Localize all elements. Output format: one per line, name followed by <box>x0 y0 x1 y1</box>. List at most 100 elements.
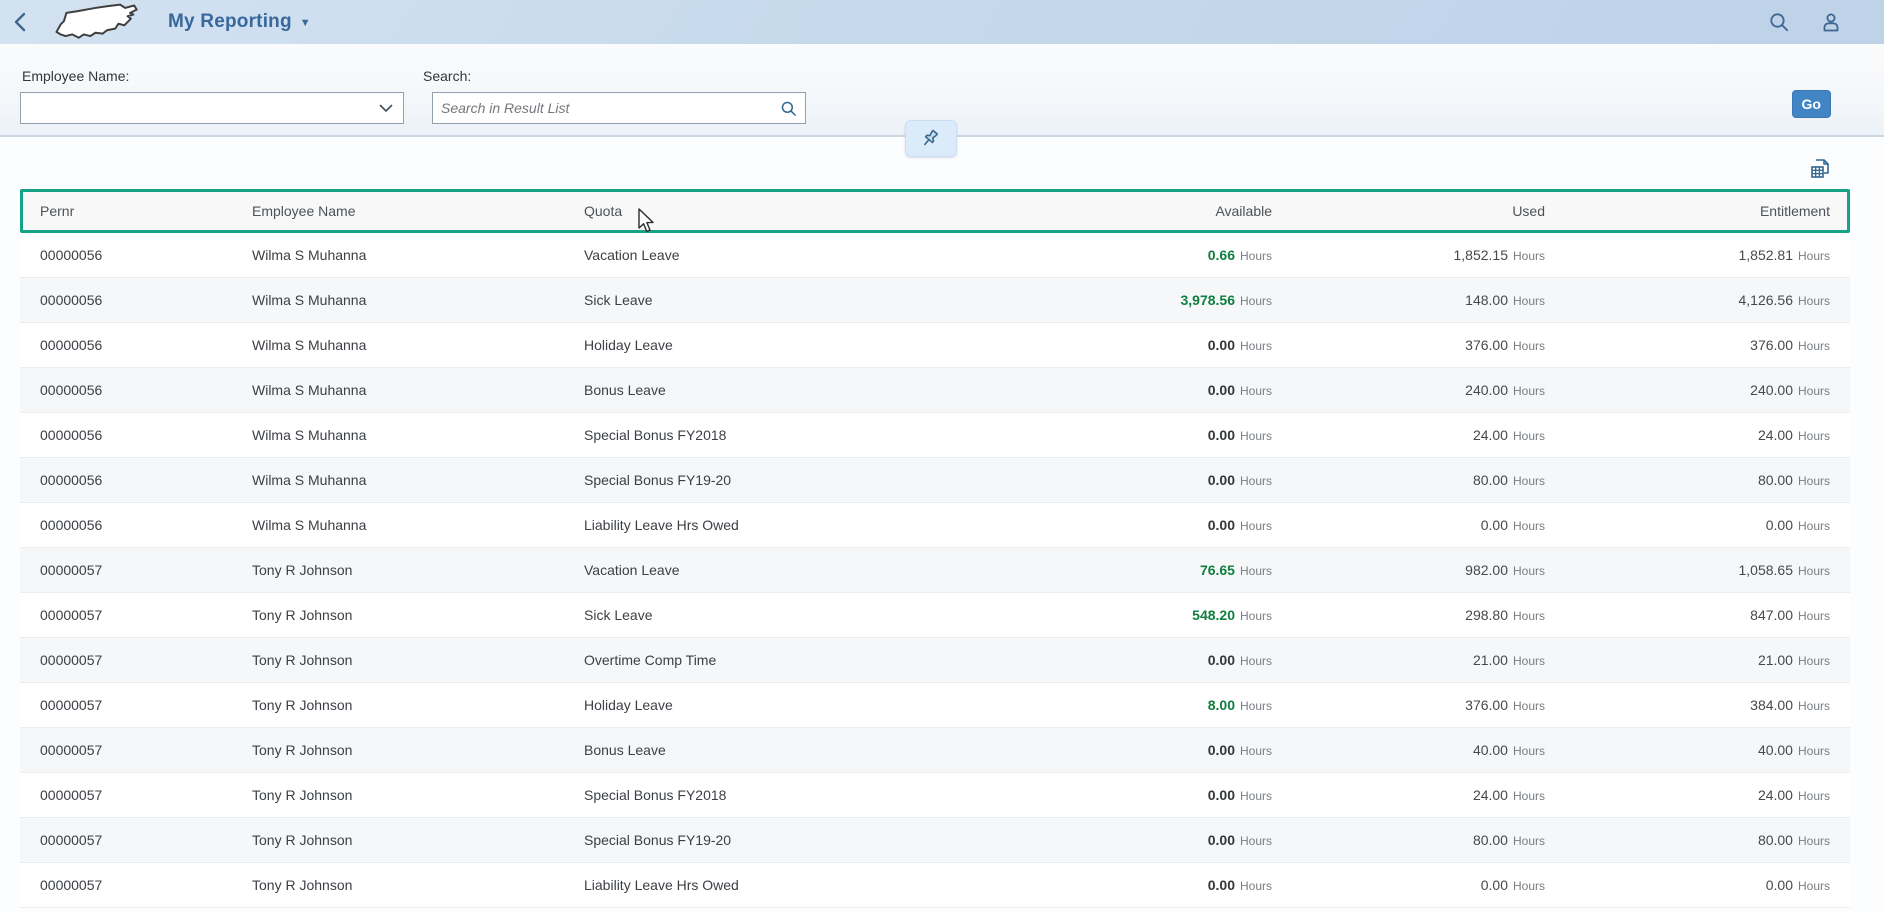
used-cell: 21.00Hours <box>1272 652 1545 668</box>
employee-name-cell: Tony R Johnson <box>252 562 584 578</box>
used-value: 80.00 <box>1473 472 1508 488</box>
table-header-row[interactable]: Pernr Employee Name Quota Available Used… <box>20 189 1850 233</box>
used-value: 240.00 <box>1465 382 1508 398</box>
available-unit: Hours <box>1240 429 1272 443</box>
available-unit: Hours <box>1240 384 1272 398</box>
used-unit: Hours <box>1513 879 1545 893</box>
available-cell: 3,978.56Hours <box>992 292 1272 308</box>
available-unit: Hours <box>1240 339 1272 353</box>
used-value: 376.00 <box>1465 337 1508 353</box>
pernr-cell: 00000057 <box>40 652 252 668</box>
column-header-pernr[interactable]: Pernr <box>40 203 252 219</box>
entitlement-value: 24.00 <box>1758 427 1793 443</box>
available-unit: Hours <box>1240 654 1272 668</box>
pernr-cell: 00000056 <box>40 382 252 398</box>
used-unit: Hours <box>1513 429 1545 443</box>
column-header-quota[interactable]: Quota <box>584 203 992 219</box>
go-button[interactable]: Go <box>1792 90 1831 118</box>
entitlement-value: 21.00 <box>1758 652 1793 668</box>
entitlement-unit: Hours <box>1798 654 1830 668</box>
table-row[interactable]: 00000056 Wilma S Muhanna Vacation Leave … <box>20 233 1850 278</box>
table-row[interactable]: 00000057 Tony R Johnson Overtime Comp Ti… <box>20 638 1850 683</box>
quota-cell: Liability Leave Hrs Owed <box>584 517 992 533</box>
back-button[interactable] <box>0 0 40 44</box>
column-header-entitlement[interactable]: Entitlement <box>1545 203 1830 219</box>
available-value: 0.00 <box>1208 427 1235 443</box>
table-row[interactable]: 00000056 Wilma S Muhanna Liability Leave… <box>20 503 1850 548</box>
entitlement-cell: 384.00Hours <box>1545 697 1830 713</box>
export-to-spreadsheet-icon <box>1807 156 1833 182</box>
entitlement-unit: Hours <box>1798 789 1830 803</box>
entitlement-cell: 0.00 Hours <box>1545 517 1830 533</box>
pernr-cell: 00000056 <box>40 427 252 443</box>
available-unit: Hours <box>1240 879 1272 893</box>
table-row[interactable]: 00000057 Tony R Johnson Sick Leave 548.2… <box>20 593 1850 638</box>
used-cell: 80.00Hours <box>1272 832 1545 848</box>
search-icon[interactable] <box>771 93 805 123</box>
quota-cell: Sick Leave <box>584 292 992 308</box>
table-row[interactable]: 00000057 Tony R Johnson Vacation Leave 7… <box>20 548 1850 593</box>
north-carolina-logo-icon[interactable] <box>54 2 140 42</box>
table-row[interactable]: 00000056 Wilma S Muhanna Bonus Leave 0.0… <box>20 368 1850 413</box>
used-value: 148.00 <box>1465 292 1508 308</box>
available-cell: 0.00Hours <box>992 652 1272 668</box>
search-icon <box>1768 11 1790 33</box>
used-cell: 148.00Hours <box>1272 292 1545 308</box>
used-unit: Hours <box>1513 249 1545 263</box>
used-unit: Hours <box>1513 654 1545 668</box>
table-row[interactable]: 00000057 Tony R Johnson Holiday Leave 8.… <box>20 683 1850 728</box>
pin-filter-bar-button[interactable] <box>905 120 957 157</box>
entitlement-unit: Hours <box>1798 519 1830 533</box>
available-value: 0.00 <box>1208 742 1235 758</box>
used-cell: 376.00Hours <box>1272 697 1545 713</box>
entitlement-value: 1,852.81 <box>1738 247 1793 263</box>
entitlement-unit: Hours <box>1798 294 1830 308</box>
table-row[interactable]: 00000057 Tony R Johnson Special Bonus FY… <box>20 818 1850 863</box>
results-area: Pernr Employee Name Quota Available Used… <box>0 137 1884 912</box>
profile-button[interactable] <box>1814 5 1848 39</box>
employee-name-input[interactable] <box>21 93 369 123</box>
pernr-cell: 00000057 <box>40 787 252 803</box>
column-header-available[interactable]: Available <box>992 203 1272 219</box>
available-unit: Hours <box>1240 249 1272 263</box>
table-row[interactable]: 00000057 Tony R Johnson Bonus Leave 0.00… <box>20 728 1850 773</box>
used-unit: Hours <box>1513 834 1545 848</box>
shell-search-button[interactable] <box>1762 5 1796 39</box>
available-unit: Hours <box>1240 609 1272 623</box>
available-cell: 0.00Hours <box>992 877 1272 893</box>
table-row[interactable]: 00000056 Wilma S Muhanna Holiday Leave 0… <box>20 323 1850 368</box>
entitlement-value: 0.00 <box>1766 517 1793 533</box>
entitlement-value: 1,058.65 <box>1738 562 1793 578</box>
used-value: 24.00 <box>1473 787 1508 803</box>
table-row[interactable]: 00000056 Wilma S Muhanna Sick Leave 3,97… <box>20 278 1850 323</box>
entitlement-unit: Hours <box>1798 339 1830 353</box>
entitlement-unit: Hours <box>1798 609 1830 623</box>
entitlement-unit: Hours <box>1798 744 1830 758</box>
employee-name-combobox[interactable] <box>20 92 404 124</box>
available-unit: Hours <box>1240 294 1272 308</box>
employee-name-cell: Tony R Johnson <box>252 697 584 713</box>
quota-cell: Bonus Leave <box>584 742 992 758</box>
table-row[interactable]: 00000057 Tony R Johnson Liability Leave … <box>20 863 1850 908</box>
table-row[interactable]: 00000057 Tony R Johnson Special Bonus FY… <box>20 773 1850 818</box>
column-header-used[interactable]: Used <box>1272 203 1545 219</box>
used-unit: Hours <box>1513 789 1545 803</box>
table-row[interactable]: 00000056 Wilma S Muhanna Special Bonus F… <box>20 458 1850 503</box>
app-title-menu[interactable]: My Reporting ▼ <box>168 11 311 33</box>
used-unit: Hours <box>1513 609 1545 623</box>
search-input[interactable] <box>433 93 771 123</box>
available-cell: 0.00Hours <box>992 382 1272 398</box>
employee-name-cell: Wilma S Muhanna <box>252 337 584 353</box>
chevron-down-icon[interactable] <box>369 93 403 123</box>
entitlement-value: 80.00 <box>1758 832 1793 848</box>
used-unit: Hours <box>1513 474 1545 488</box>
used-value: 298.80 <box>1465 607 1508 623</box>
column-header-employee-name[interactable]: Employee Name <box>252 203 584 219</box>
available-value: 76.65 <box>1200 562 1235 578</box>
entitlement-cell: 4,126.56Hours <box>1545 292 1830 308</box>
entitlement-value: 384.00 <box>1750 697 1793 713</box>
used-value: 0.00 <box>1481 877 1508 893</box>
export-button[interactable] <box>1802 153 1838 185</box>
table-row[interactable]: 00000056 Wilma S Muhanna Special Bonus F… <box>20 413 1850 458</box>
chevron-left-icon <box>13 12 27 32</box>
